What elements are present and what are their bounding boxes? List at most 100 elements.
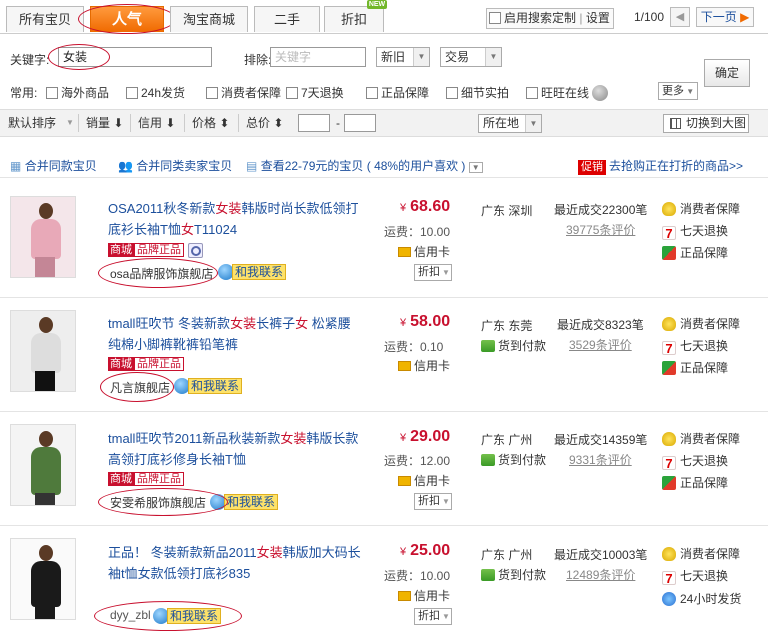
common-label: 常用: xyxy=(10,86,38,100)
tab-discount[interactable]: 折扣 xyxy=(324,6,384,32)
merge-same-items-link[interactable]: ▦ 合并同款宝贝 xyxy=(10,157,97,174)
chevron-down-icon: ▼ xyxy=(413,48,429,66)
service-consumer-protection[interactable]: 消费者保障 xyxy=(662,546,740,562)
chevron-down-icon: ▼ xyxy=(485,48,501,66)
next-page-button[interactable]: 下一页 ▶ xyxy=(696,7,754,27)
discount-select[interactable]: 折扣 ▼ xyxy=(414,264,452,281)
settings-link[interactable]: 设置 xyxy=(586,11,610,25)
shop-name-link[interactable]: 安雯希服饰旗舰店 xyxy=(110,494,206,511)
shipping-fee: 运费：12.00 xyxy=(384,454,451,468)
contact-me-button[interactable]: 和我联系 xyxy=(174,378,243,394)
confirm-button[interactable]: 确定 xyxy=(704,59,750,87)
shipping-fee: 运费：10.00 xyxy=(384,569,451,583)
shield-icon xyxy=(662,432,676,446)
payment-cash-on-delivery: 货到付款 xyxy=(481,566,546,583)
product-title-link[interactable]: tmall旺吹节2011新品秋装新款女装韩版长款高领打底衫修身长袖T恤 xyxy=(108,428,363,470)
price-max-input[interactable] xyxy=(344,114,376,132)
sort-credit[interactable]: 信用 ⬇ xyxy=(138,110,175,136)
custom-search-label: 启用搜索定制 xyxy=(504,11,577,25)
product-price: ¥68.60 xyxy=(400,198,451,215)
sort-price[interactable]: 价格 ⬍ xyxy=(192,110,229,136)
cash-on-delivery-icon xyxy=(481,569,495,581)
price-range-link[interactable]: ▤ 查看22-79元的宝贝 ( 48%的用户喜欢 ) ▼ xyxy=(246,157,483,174)
price-range-dash: - xyxy=(336,116,340,130)
zoom-icon[interactable] xyxy=(188,243,203,258)
service-7day-return[interactable]: 7 七天退换 xyxy=(662,453,728,471)
service-7day-return[interactable]: 7 七天退换 xyxy=(662,223,728,241)
service-genuine[interactable]: 正品保障 xyxy=(662,245,728,261)
reviews-link[interactable]: 9331条评价 xyxy=(569,451,632,468)
product-title-link[interactable]: OSA2011秋冬新款女装韩版时尚长款低领打底衫长袖T恤女T11024 xyxy=(108,198,363,240)
service-7day-return[interactable]: 7 七天退换 xyxy=(662,338,728,356)
product-row: tmall旺吹节 冬装新款女装长裤子女 松紧腰纯棉小脚裤靴裤铅笔裤 商城 品牌正品… xyxy=(0,300,768,412)
shield-icon xyxy=(662,317,676,331)
filter-24h-delivery[interactable]: 24h发货 xyxy=(126,84,185,101)
location-select[interactable]: 所在地 ▼ xyxy=(478,114,542,133)
filter-7day-return[interactable]: 7天退换 xyxy=(286,84,344,101)
reviews-link[interactable]: 3529条评价 xyxy=(569,336,632,353)
contact-me-button[interactable]: 和我联系 xyxy=(218,264,287,280)
prev-page-button[interactable]: ◀ xyxy=(670,7,690,27)
filter-consumer-protection[interactable]: 消费者保障 xyxy=(206,84,281,101)
price-min-input[interactable] xyxy=(298,114,330,132)
grid-icon xyxy=(670,118,681,129)
reviews-link[interactable]: 12489条评价 xyxy=(566,566,635,583)
contact-me-button[interactable]: 和我联系 xyxy=(210,494,279,510)
service-7day-return[interactable]: 7 七天退换 xyxy=(662,568,728,586)
service-24h-delivery[interactable]: 24小时发货 xyxy=(662,591,741,607)
service-consumer-protection[interactable]: 消费者保障 xyxy=(662,316,740,332)
shop-name-link[interactable]: osa品牌服饰旗舰店 xyxy=(110,265,213,282)
keyword-input[interactable]: 女装 xyxy=(58,47,212,67)
exclude-label: 排除: xyxy=(244,53,272,67)
filter-detail-photos[interactable]: 细节实拍 xyxy=(446,84,509,101)
tab-second-hand[interactable]: 二手 xyxy=(254,6,320,32)
reviews-link[interactable]: 39775条评价 xyxy=(566,221,635,238)
condition-select[interactable]: 新旧 ▼ xyxy=(376,47,430,67)
credit-card-icon xyxy=(398,247,411,257)
discount-select[interactable]: 折扣 ▼ xyxy=(414,493,452,510)
sort-default[interactable]: 默认排序 xyxy=(8,110,56,136)
recent-sales: 最近成交8323笔 xyxy=(557,318,644,332)
cash-on-delivery-icon xyxy=(481,454,495,466)
seven-day-icon: 7 xyxy=(662,341,676,356)
product-image[interactable] xyxy=(10,538,76,620)
contact-me-button[interactable]: 和我联系 xyxy=(153,608,222,624)
recent-sales: 最近成交14359笔 xyxy=(554,433,648,447)
tab-popular[interactable]: 人气 xyxy=(90,6,164,32)
service-consumer-protection[interactable]: 消费者保障 xyxy=(662,431,740,447)
shop-name-link[interactable]: 凡言旗舰店 xyxy=(110,379,170,396)
exclude-input[interactable]: 关键字 xyxy=(270,47,366,67)
mall-brand-badge: 商城 品牌正品 xyxy=(108,472,184,486)
service-genuine[interactable]: 正品保障 xyxy=(662,360,728,376)
promo-tag: 促销 xyxy=(578,160,606,175)
service-genuine[interactable]: 正品保障 xyxy=(662,475,728,491)
product-image[interactable] xyxy=(10,424,76,506)
genuine-icon xyxy=(662,476,676,490)
custom-search-checkbox[interactable] xyxy=(489,12,501,24)
tab-all-items[interactable]: 所有宝贝 xyxy=(6,6,84,32)
product-image[interactable] xyxy=(10,196,76,278)
filter-overseas[interactable]: 海外商品 xyxy=(46,84,109,101)
promotion-link[interactable]: 促销 去抢购正在打折的商品>> xyxy=(578,157,743,175)
switch-large-image-button[interactable]: 切换到大图 xyxy=(663,114,749,133)
arrow-up-down-icon: ⬍ xyxy=(273,116,284,130)
discount-select[interactable]: 折扣 ▼ xyxy=(414,608,452,625)
product-row: 正品！ 冬装新款新品2011女装韩版加大码长袖t恤女款低领打底衫835 dyy_… xyxy=(0,528,768,640)
product-title-link[interactable]: 正品！ 冬装新款新品2011女装韩版加大码长袖t恤女款低领打底衫835 xyxy=(108,542,363,584)
product-title-link[interactable]: tmall旺吹节 冬装新款女装长裤子女 松紧腰纯棉小脚裤靴裤铅笔裤 xyxy=(108,313,363,355)
tab-taobao-mall[interactable]: 淘宝商城 xyxy=(170,6,248,32)
seller-location: 广东 广州 xyxy=(481,548,533,562)
trade-select[interactable]: 交易 ▼ xyxy=(440,47,502,67)
filter-wangwang-online[interactable]: 旺旺在线 xyxy=(526,84,609,101)
custom-search-toggle[interactable]: 启用搜索定制 | 设置 xyxy=(486,8,614,29)
shop-name-link[interactable]: dyy_zbl xyxy=(110,608,151,622)
sort-sales[interactable]: 销量 ⬇ xyxy=(86,110,123,136)
sort-total-price[interactable]: 总价 ⬍ xyxy=(246,110,283,136)
merge-sellers-link[interactable]: 👥 合并同类卖家宝贝 xyxy=(118,157,232,174)
filter-genuine[interactable]: 正品保障 xyxy=(366,84,429,101)
product-image[interactable] xyxy=(10,310,76,392)
payment-cash-on-delivery: 货到付款 xyxy=(481,451,546,468)
service-consumer-protection[interactable]: 消费者保障 xyxy=(662,201,740,217)
page-indicator: 1/100 xyxy=(634,10,665,24)
more-options-select[interactable]: 更多 ▼ xyxy=(658,82,698,100)
